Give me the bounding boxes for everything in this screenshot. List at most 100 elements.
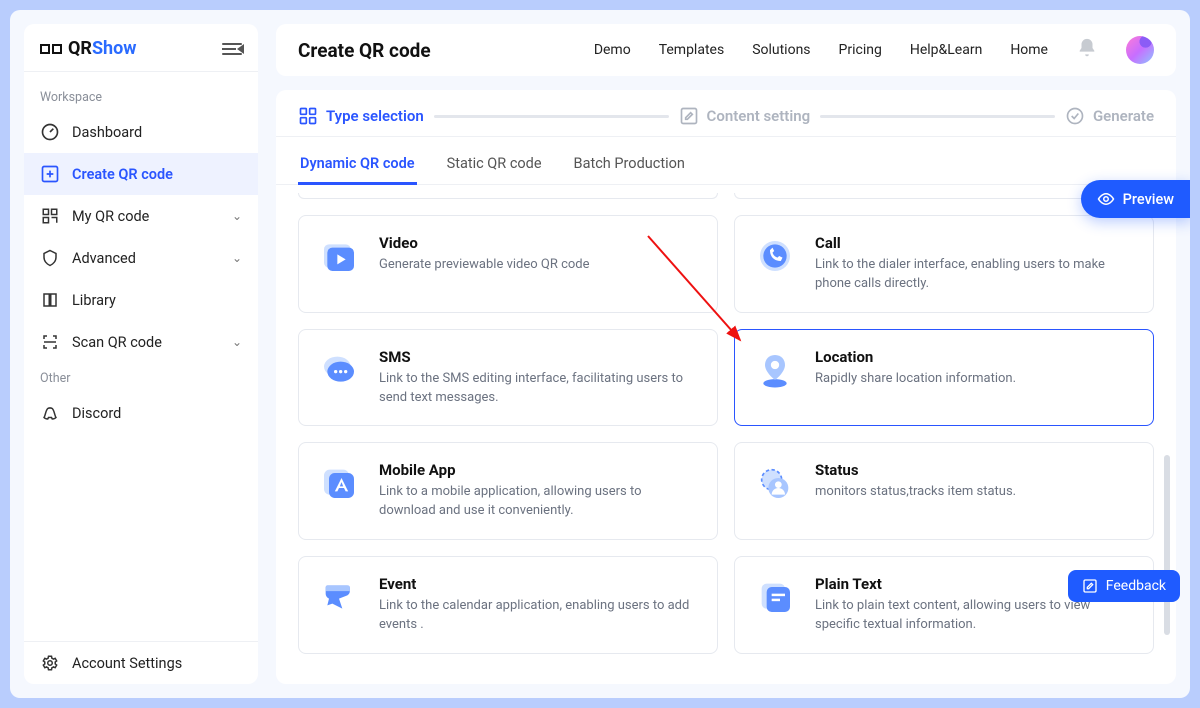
sidebar-item-account-settings[interactable]: Account Settings	[24, 642, 258, 684]
card-desc: monitors status,tracks item status.	[815, 483, 1016, 502]
topbar: Create QR code Demo Templates Solutions …	[276, 24, 1176, 76]
card-mobile-app[interactable]: Mobile App Link to a mobile application, …	[298, 442, 718, 540]
chevron-down-icon: ⌄	[232, 335, 242, 349]
card-stub	[298, 193, 718, 199]
step-label: Generate	[1093, 107, 1154, 125]
app-root: QRShow Workspace Dashboard Create QR cod…	[10, 10, 1190, 698]
sidebar-item-label: Dashboard	[72, 124, 142, 141]
step-generate[interactable]: Generate	[1065, 106, 1154, 126]
card-title: Event	[379, 575, 699, 593]
sidebar-item-label: Discord	[72, 405, 121, 422]
sidebar-footer: Account Settings	[24, 641, 258, 684]
top-nav: Demo Templates Solutions Pricing Help&Le…	[594, 36, 1154, 64]
card-location[interactable]: LocationRapidly share location informati…	[734, 329, 1154, 427]
card-title: SMS	[379, 348, 699, 366]
discord-icon	[40, 403, 60, 423]
sidebar-item-scan-qr[interactable]: Scan QR code ⌄	[24, 321, 258, 363]
tab-batch[interactable]: Batch Production	[572, 147, 687, 184]
card-desc: Generate previewable video QR code	[379, 256, 590, 275]
sidebar-item-discord[interactable]: Discord	[24, 392, 258, 434]
step-label: Content setting	[707, 107, 811, 125]
sidebar-body: Workspace Dashboard Create QR code My QR…	[24, 72, 258, 641]
card-title: Mobile App	[379, 461, 699, 479]
sidebar-item-dashboard[interactable]: Dashboard	[24, 111, 258, 153]
edit-icon	[679, 106, 699, 126]
sidebar-item-label: Scan QR code	[72, 334, 162, 351]
event-icon	[317, 575, 361, 619]
qr-type-tabs: Dynamic QR code Static QR code Batch Pro…	[276, 137, 1176, 185]
sidebar-item-library[interactable]: Library	[24, 279, 258, 321]
tab-static[interactable]: Static QR code	[445, 147, 544, 184]
nav-demo[interactable]: Demo	[594, 42, 631, 58]
nav-pricing[interactable]: Pricing	[839, 42, 882, 58]
location-icon	[753, 348, 797, 392]
feedback-button[interactable]: Feedback	[1068, 570, 1180, 602]
brand-part2: Show	[92, 38, 137, 59]
card-title: Location	[815, 348, 1016, 366]
scrollbar[interactable]	[1164, 455, 1170, 635]
phone-icon	[753, 234, 797, 278]
card-desc: Link to the dialer interface, enabling u…	[815, 256, 1135, 294]
edit-square-icon	[1082, 578, 1098, 594]
sidebar-item-label: Advanced	[72, 250, 136, 267]
card-desc: Link to plain text content, allowing use…	[815, 597, 1135, 635]
gear-icon	[40, 653, 60, 673]
dashboard-icon	[40, 122, 60, 142]
type-cards-scroll[interactable]: VideoGenerate previewable video QR code …	[276, 185, 1176, 684]
grid-icon	[298, 106, 318, 126]
step-content-setting[interactable]: Content setting	[679, 106, 811, 126]
content-panel: Type selection Content setting Generate …	[276, 90, 1176, 684]
sidebar-section-other: Other	[24, 363, 258, 392]
brand-logo[interactable]: QRShow	[40, 38, 137, 59]
video-icon	[317, 234, 361, 278]
card-video[interactable]: VideoGenerate previewable video QR code	[298, 215, 718, 313]
my-qr-icon	[40, 206, 60, 226]
preview-button[interactable]: Preview	[1081, 180, 1190, 218]
tab-dynamic[interactable]: Dynamic QR code	[298, 147, 417, 184]
sidebar: QRShow Workspace Dashboard Create QR cod…	[24, 24, 258, 684]
sidebar-item-label: My QR code	[72, 208, 149, 225]
bell-icon[interactable]	[1076, 37, 1098, 63]
scan-icon	[40, 332, 60, 352]
avatar[interactable]	[1126, 36, 1154, 64]
card-sms[interactable]: SMS Link to the SMS editing interface, fa…	[298, 329, 718, 427]
sidebar-item-create-qr[interactable]: Create QR code	[24, 153, 258, 195]
card-desc: Link to the calendar application, enabli…	[379, 597, 699, 635]
app-icon	[317, 461, 361, 505]
advanced-icon	[40, 248, 60, 268]
card-title: Status	[815, 461, 1016, 479]
sidebar-item-advanced[interactable]: Advanced ⌄	[24, 237, 258, 279]
qr-icon	[40, 44, 62, 54]
sidebar-header: QRShow	[24, 24, 258, 72]
eye-icon	[1097, 190, 1115, 208]
collapse-sidebar-icon[interactable]	[222, 41, 242, 57]
sidebar-item-label: Library	[72, 292, 116, 309]
card-event[interactable]: Event Link to the calendar application, e…	[298, 556, 718, 654]
nav-templates[interactable]: Templates	[659, 42, 725, 58]
nav-help[interactable]: Help&Learn	[910, 42, 982, 58]
brand-part1: QR	[68, 38, 92, 59]
sidebar-item-label: Create QR code	[72, 166, 173, 183]
card-desc: Link to a mobile application, allowing u…	[379, 483, 699, 521]
step-type-selection[interactable]: Type selection	[298, 106, 424, 126]
sms-icon	[317, 348, 361, 392]
nav-home[interactable]: Home	[1010, 42, 1048, 58]
check-circle-icon	[1065, 106, 1085, 126]
step-label: Type selection	[326, 107, 424, 125]
sidebar-section-workspace: Workspace	[24, 82, 258, 111]
sidebar-item-label: Account Settings	[72, 655, 182, 672]
feedback-label: Feedback	[1106, 578, 1166, 594]
main: Create QR code Demo Templates Solutions …	[276, 24, 1176, 684]
chevron-down-icon: ⌄	[232, 251, 242, 265]
sidebar-item-my-qr[interactable]: My QR code ⌄	[24, 195, 258, 237]
library-icon	[40, 290, 60, 310]
wizard-steps: Type selection Content setting Generate	[276, 90, 1176, 137]
nav-solutions[interactable]: Solutions	[752, 42, 810, 58]
status-icon	[753, 461, 797, 505]
card-status[interactable]: Status monitors status,tracks item status…	[734, 442, 1154, 540]
page-title: Create QR code	[298, 39, 431, 62]
card-desc: Link to the SMS editing interface, facil…	[379, 370, 699, 408]
card-call[interactable]: CallLink to the dialer interface, enabli…	[734, 215, 1154, 313]
chevron-down-icon: ⌄	[232, 209, 242, 223]
step-divider	[820, 115, 1055, 118]
